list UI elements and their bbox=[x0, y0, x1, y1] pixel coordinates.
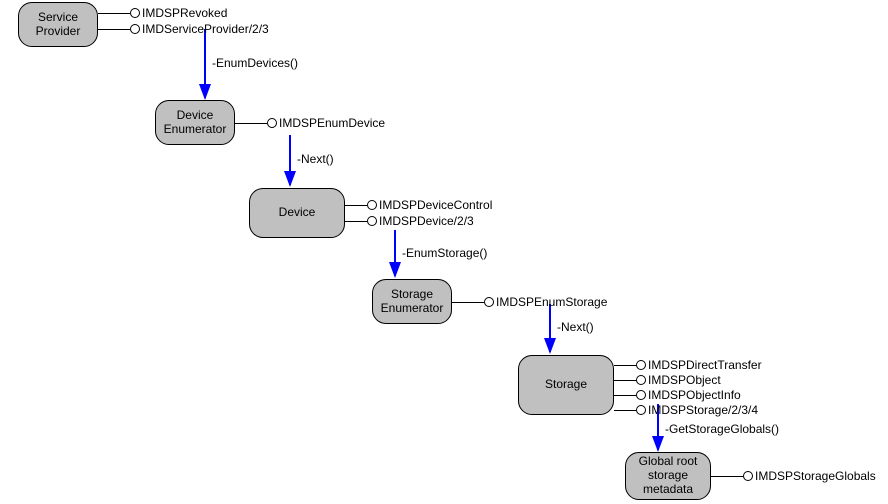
method-enumdevices: -EnumDevices() bbox=[212, 56, 298, 70]
node-device: Device bbox=[249, 188, 345, 238]
iface-label: IMDSPObject bbox=[648, 373, 721, 387]
iface-imdspstorageglobals: IMDSPStorageGlobals bbox=[711, 469, 876, 483]
node-storage: Storage bbox=[518, 355, 614, 415]
method-enumstorage: -EnumStorage() bbox=[402, 246, 487, 260]
iface-label: IMDSPStorage/2/3/4 bbox=[648, 403, 758, 417]
node-label: Service Provider bbox=[36, 11, 81, 39]
iface-label: IMDSPDirectTransfer bbox=[648, 358, 762, 372]
iface-label: IMDServiceProvider/2/3 bbox=[142, 22, 269, 36]
iface-imdspenumdevice: IMDSPEnumDevice bbox=[235, 116, 385, 130]
iface-label: IMDSPObjectInfo bbox=[648, 388, 741, 402]
iface-imdspobject: IMDSPObject bbox=[614, 373, 721, 387]
iface-imdspstorage: IMDSPStorage/2/3/4 bbox=[614, 403, 758, 417]
node-storage-enumerator: Storage Enumerator bbox=[372, 279, 452, 324]
iface-imdsprevoked: IMDSPRevoked bbox=[98, 6, 227, 20]
node-label: Device Enumerator bbox=[164, 109, 227, 137]
iface-imdspdirecttransfer: IMDSPDirectTransfer bbox=[614, 358, 762, 372]
iface-imdspenumstorage: IMDSPEnumStorage bbox=[452, 295, 607, 309]
method-next-1: -Next() bbox=[297, 152, 334, 166]
iface-label: IMDSPRevoked bbox=[142, 6, 227, 20]
method-next-2: -Next() bbox=[557, 320, 594, 334]
iface-imdspobjectinfo: IMDSPObjectInfo bbox=[614, 388, 741, 402]
iface-label: IMDSPStorageGlobals bbox=[755, 469, 876, 483]
node-device-enumerator: Device Enumerator bbox=[155, 100, 235, 145]
node-label: Storage Enumerator bbox=[381, 288, 444, 316]
iface-imdspdevicecontrol: IMDSPDeviceControl bbox=[345, 198, 492, 212]
iface-label: IMDSPDeviceControl bbox=[379, 198, 492, 212]
iface-label: IMDSPEnumDevice bbox=[279, 116, 385, 130]
method-getstorageglobals: -GetStorageGlobals() bbox=[665, 422, 779, 436]
node-global-root-storage-metadata: Global root storage metadata bbox=[625, 452, 711, 500]
iface-imdspdevice: IMDSPDevice/2/3 bbox=[345, 214, 474, 228]
node-label: Global root storage metadata bbox=[639, 455, 698, 496]
node-label: Storage bbox=[545, 378, 587, 392]
iface-imdserviceprovider: IMDServiceProvider/2/3 bbox=[98, 22, 269, 36]
iface-label: IMDSPDevice/2/3 bbox=[379, 214, 474, 228]
iface-label: IMDSPEnumStorage bbox=[496, 295, 607, 309]
node-label: Device bbox=[279, 206, 316, 220]
node-service-provider: Service Provider bbox=[18, 2, 98, 47]
